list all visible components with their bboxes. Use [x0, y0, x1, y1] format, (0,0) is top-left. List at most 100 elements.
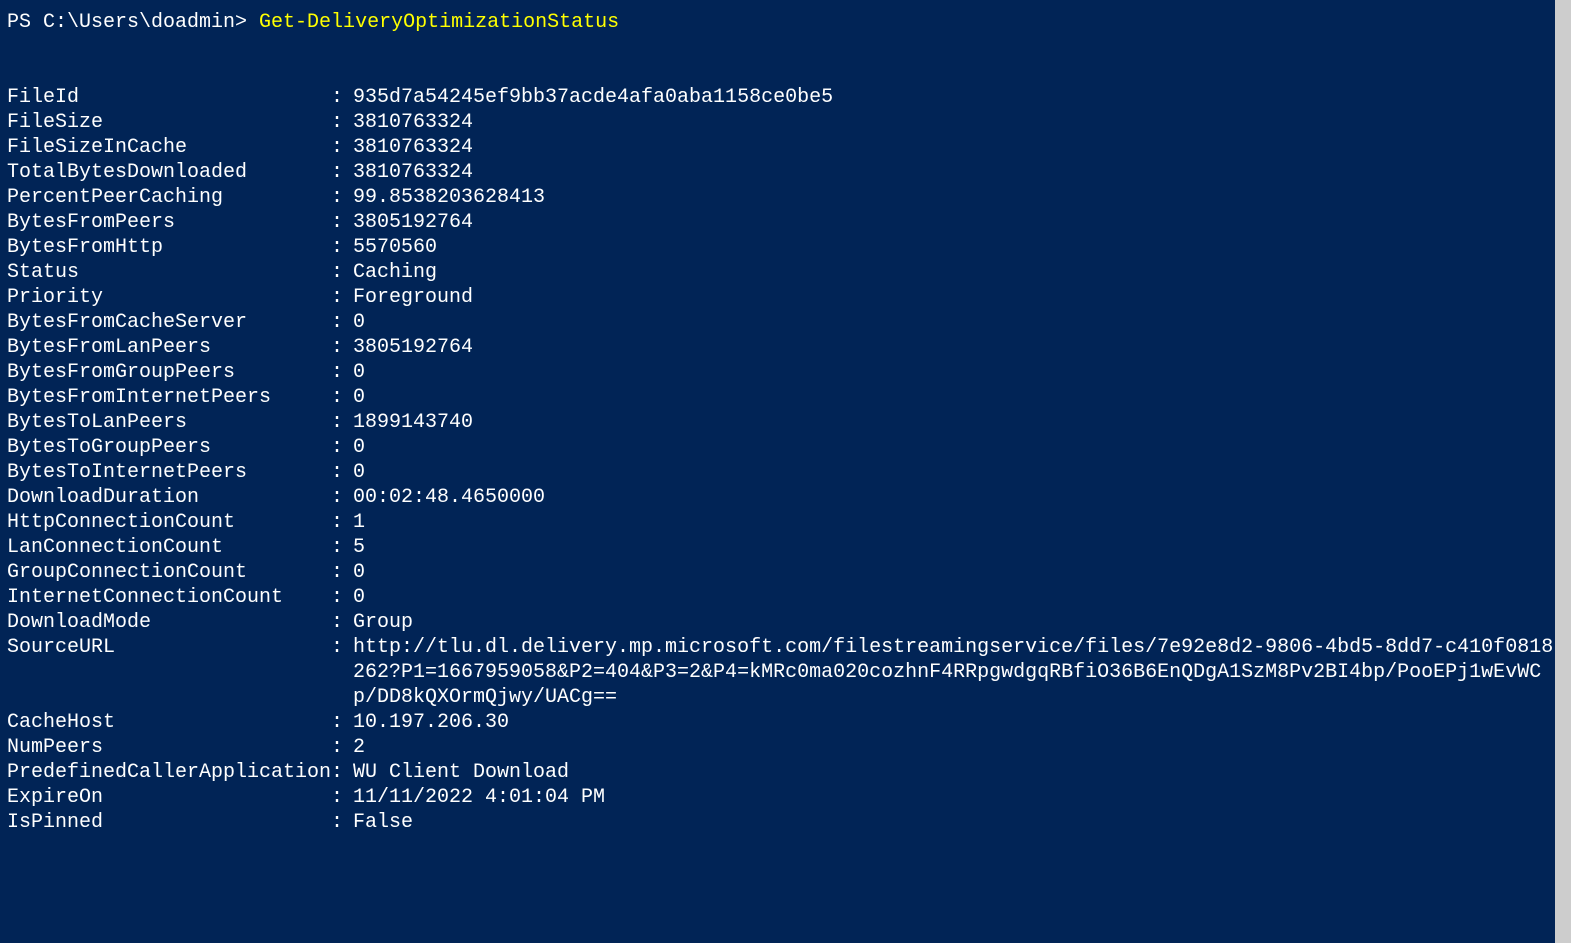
output-value: 0 [353, 460, 1564, 485]
output-key: IsPinned [7, 810, 331, 835]
output-key: PredefinedCallerApplication [7, 760, 331, 785]
prompt-command: Get-DeliveryOptimizationStatus [259, 11, 619, 34]
output-separator: : [331, 360, 353, 385]
output-key: BytesToLanPeers [7, 410, 331, 435]
output-row: PredefinedCallerApplication: WU Client D… [7, 760, 1564, 785]
output-value: 10.197.206.30 [353, 710, 1564, 735]
output-value: 1899143740 [353, 410, 1564, 435]
output-separator: : [331, 785, 353, 810]
prompt-line[interactable]: PS C:\Users\doadmin> Get-DeliveryOptimiz… [7, 10, 1564, 35]
output-row: BytesFromGroupPeers: 0 [7, 360, 1564, 385]
output-key: PercentPeerCaching [7, 185, 331, 210]
output-value: 00:02:48.4650000 [353, 485, 1564, 510]
output-row: FileSizeInCache: 3810763324 [7, 135, 1564, 160]
output-row: PercentPeerCaching: 99.8538203628413 [7, 185, 1564, 210]
output-value: 1 [353, 510, 1564, 535]
output-separator: : [331, 485, 353, 510]
output-value: Foreground [353, 285, 1564, 310]
output-value: 935d7a54245ef9bb37acde4afa0aba1158ce0be5 [353, 85, 1564, 110]
output-row: InternetConnectionCount: 0 [7, 585, 1564, 610]
output-value: 0 [353, 310, 1564, 335]
output-row: FileSize: 3810763324 [7, 110, 1564, 135]
output-key: BytesFromHttp [7, 235, 331, 260]
output-separator: : [331, 85, 353, 110]
output-row: ExpireOn: 11/11/2022 4:01:04 PM [7, 785, 1564, 810]
output-separator: : [331, 510, 353, 535]
output-value: 3810763324 [353, 110, 1564, 135]
output-key: CacheHost [7, 710, 331, 735]
output-separator: : [331, 410, 353, 435]
output-row: NumPeers: 2 [7, 735, 1564, 760]
vertical-scrollbar[interactable] [1555, 0, 1571, 943]
output-key: InternetConnectionCount [7, 585, 331, 610]
output-block: FileId: 935d7a54245ef9bb37acde4afa0aba11… [7, 85, 1564, 835]
output-value: 0 [353, 360, 1564, 385]
blank-spacer [7, 35, 1564, 85]
output-separator: : [331, 210, 353, 235]
output-key: LanConnectionCount [7, 535, 331, 560]
output-row: BytesToGroupPeers: 0 [7, 435, 1564, 460]
output-key: DownloadMode [7, 610, 331, 635]
output-separator: : [331, 735, 353, 760]
output-row: Status: Caching [7, 260, 1564, 285]
output-value: 0 [353, 585, 1564, 610]
output-row: DownloadDuration: 00:02:48.4650000 [7, 485, 1564, 510]
output-separator: : [331, 635, 353, 710]
output-value: 0 [353, 560, 1564, 585]
output-separator: : [331, 435, 353, 460]
output-separator: : [331, 535, 353, 560]
output-separator: : [331, 610, 353, 635]
output-separator: : [331, 810, 353, 835]
output-row: LanConnectionCount: 5 [7, 535, 1564, 560]
output-separator: : [331, 760, 353, 785]
output-row: DownloadMode: Group [7, 610, 1564, 635]
output-separator: : [331, 460, 353, 485]
output-row: SourceURL: http://tlu.dl.delivery.mp.mic… [7, 635, 1564, 710]
output-value: http://tlu.dl.delivery.mp.microsoft.com/… [353, 635, 1564, 710]
output-value: 5 [353, 535, 1564, 560]
output-key: BytesFromInternetPeers [7, 385, 331, 410]
output-key: GroupConnectionCount [7, 560, 331, 585]
output-row: BytesFromLanPeers: 3805192764 [7, 335, 1564, 360]
output-key: ExpireOn [7, 785, 331, 810]
output-separator: : [331, 260, 353, 285]
output-value: 3805192764 [353, 210, 1564, 235]
output-value: 5570560 [353, 235, 1564, 260]
output-key: DownloadDuration [7, 485, 331, 510]
output-row: BytesToInternetPeers: 0 [7, 460, 1564, 485]
output-row: CacheHost: 10.197.206.30 [7, 710, 1564, 735]
output-value: False [353, 810, 1564, 835]
output-row: FileId: 935d7a54245ef9bb37acde4afa0aba11… [7, 85, 1564, 110]
output-separator: : [331, 235, 353, 260]
output-key: NumPeers [7, 735, 331, 760]
output-key: SourceURL [7, 635, 331, 710]
output-value: 3805192764 [353, 335, 1564, 360]
output-value: Group [353, 610, 1564, 635]
output-row: BytesFromPeers: 3805192764 [7, 210, 1564, 235]
output-value: WU Client Download [353, 760, 1564, 785]
output-key: Priority [7, 285, 331, 310]
output-value: 2 [353, 735, 1564, 760]
output-row: BytesFromInternetPeers: 0 [7, 385, 1564, 410]
output-key: BytesToInternetPeers [7, 460, 331, 485]
output-separator: : [331, 385, 353, 410]
output-row: BytesFromCacheServer: 0 [7, 310, 1564, 335]
output-key: FileSize [7, 110, 331, 135]
output-key: BytesFromCacheServer [7, 310, 331, 335]
output-value: 0 [353, 435, 1564, 460]
output-separator: : [331, 135, 353, 160]
output-separator: : [331, 560, 353, 585]
output-row: GroupConnectionCount: 0 [7, 560, 1564, 585]
output-value: 3810763324 [353, 160, 1564, 185]
output-value: Caching [353, 260, 1564, 285]
output-value: 0 [353, 385, 1564, 410]
output-row: BytesFromHttp: 5570560 [7, 235, 1564, 260]
scrollbar-thumb[interactable] [1555, 0, 1571, 943]
output-key: BytesFromPeers [7, 210, 331, 235]
output-value: 3810763324 [353, 135, 1564, 160]
prompt-prefix: PS C:\Users\doadmin> [7, 11, 259, 34]
output-key: BytesFromGroupPeers [7, 360, 331, 385]
output-separator: : [331, 285, 353, 310]
output-row: Priority: Foreground [7, 285, 1564, 310]
output-separator: : [331, 310, 353, 335]
